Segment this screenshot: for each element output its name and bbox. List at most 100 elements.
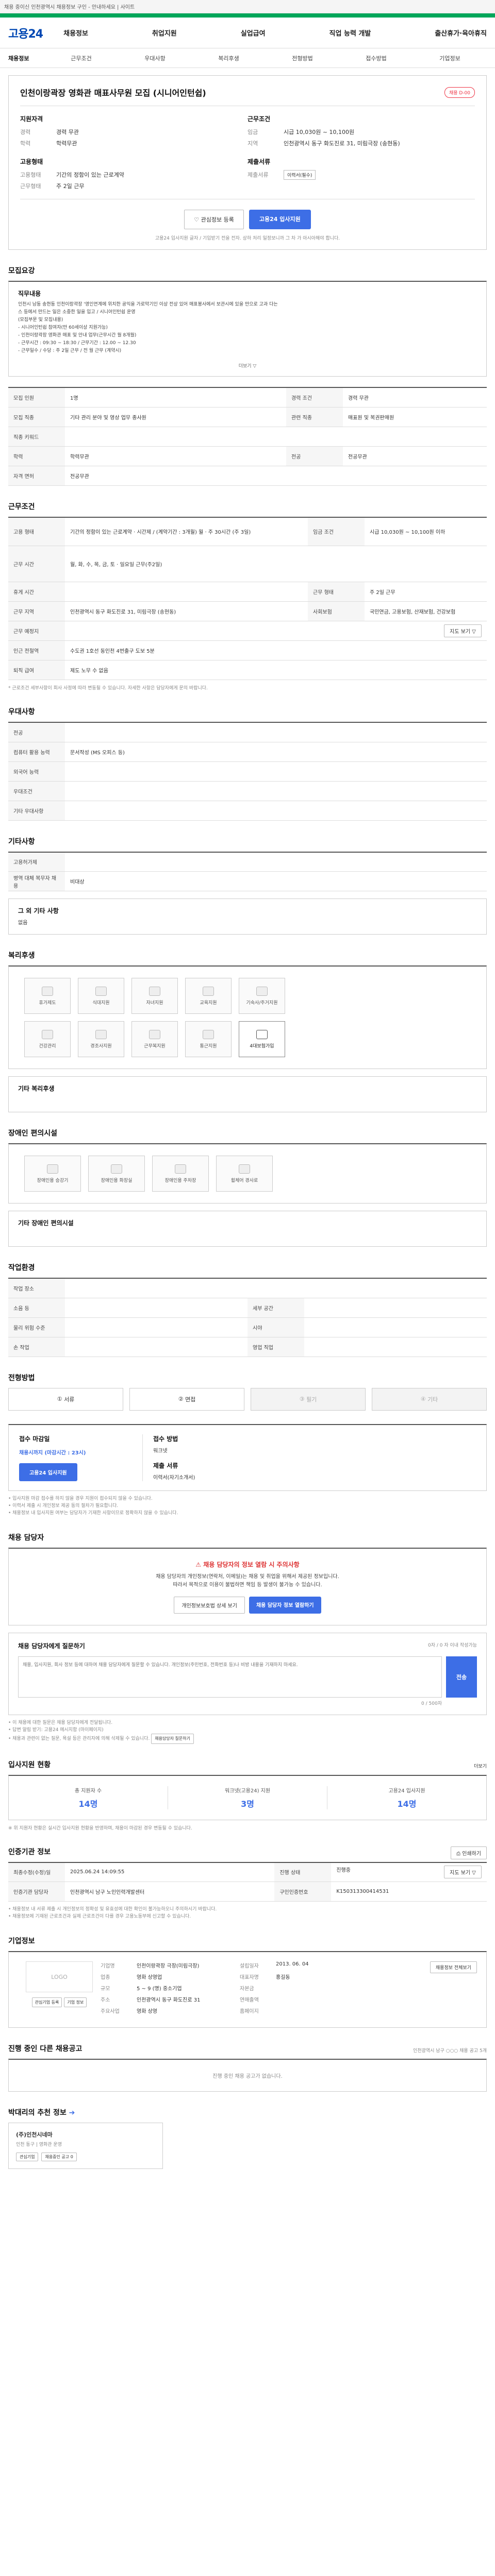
step-number: ④: [420, 1396, 426, 1402]
recommend-jobs-button[interactable]: 채용중인 공고 0: [41, 2153, 77, 2161]
scrap-button[interactable]: ♡ 관심정보 등록: [184, 210, 244, 229]
welfare-box-title: 기타 복리후생: [18, 1085, 55, 1092]
disabled-tile-label: 장애인용 주차장: [164, 1178, 196, 1183]
status-card-label: 고용24 입사지원: [388, 1788, 425, 1794]
type-heading: 고용형태: [20, 158, 43, 165]
menu-support[interactable]: 취업지원: [152, 28, 177, 38]
question-notes: • 이 채용에 대한 질문은 채용 담당자에게 전달됩니다. • 답변 알림 받…: [8, 1715, 487, 1744]
qual-heading: 지원자격: [20, 115, 43, 123]
company-fav-button[interactable]: 관심기업 등록: [31, 1997, 62, 2007]
view-map-button[interactable]: 지도 보기 ▽: [444, 624, 482, 637]
work-label: 근무 지역: [8, 601, 65, 621]
apply-button[interactable]: 고용24 입사지원: [249, 210, 311, 229]
company-label: 대표자명: [240, 1975, 259, 1980]
etc-table: 고용허가제 병역 대체 복무자 채용 비대상: [8, 851, 487, 891]
question-more-button[interactable]: 채용담당자 질문하기: [151, 1733, 194, 1744]
select-section: 전형방법 ① 서류 ② 면접 ③ 필기 ④ 기타: [8, 1370, 487, 1411]
info-value: 2025.06.24 14:09:55: [65, 1862, 275, 1882]
print-button[interactable]: ⎙ 인쇄하기: [451, 1846, 487, 1859]
welfare-tile-label: 4대보험가입: [250, 1043, 274, 1049]
duty-more-button[interactable]: 더보기 ▽: [18, 355, 477, 369]
tab-welfare[interactable]: 복리후생: [192, 54, 266, 62]
info-label: 최종수정(수정)일: [8, 1862, 65, 1882]
welfare-tile: 교육지원: [185, 978, 232, 1014]
question-note-text: • 채용과 관련이 없는 질문, 욕설 등은 관리자에 의해 삭제될 수 있습니…: [8, 1736, 150, 1741]
apply-box: 접수 마감일 채용시까지 (마감시간 : 23시) 고용24 입사지원 접수 방…: [8, 1423, 487, 1491]
apply-notes: • 입사지원 마감 접수를 하지 않을 경우 지원이 접수되지 않을 수 있습니…: [8, 1491, 487, 1517]
step-number: ②: [178, 1396, 184, 1402]
workplace-value: [304, 1317, 487, 1337]
recommend-fav-button[interactable]: 관심기업: [16, 2153, 39, 2161]
step-label: 기타: [427, 1396, 438, 1403]
company-logo: LOGO: [26, 1961, 93, 1992]
recruit-value: [65, 427, 487, 447]
question-note: • 이 채용에 대한 질문은 채용 담당자에게 전달됩니다.: [8, 1720, 113, 1725]
privacy-law-button[interactable]: 개인정보보호법 상세 보기: [174, 1596, 245, 1614]
status-cards: 총 지원자 수 14명 워크넷(고용24) 지원 3명 고용24 입사지원 14명: [8, 1774, 487, 1820]
workplace-label: 영업 직업: [248, 1337, 304, 1357]
recruit-table: 모집 인원 1명 경력 조건 경력 무관 모집 직종 기타 관리 분야 및 영상 업무 …: [8, 387, 487, 486]
welfare-tiles: 휴가제도 식대지원 자녀지원 교육지원 기숙사/주거지원 건강관리 경조사지원 …: [8, 965, 487, 1069]
company-value: 5 ~ 9 (명) 중소기업: [137, 1986, 182, 1992]
recruit-label: 직종 키워드: [8, 427, 65, 447]
tab-pref[interactable]: 우대사항: [118, 54, 192, 62]
menu-unemployment[interactable]: 실업급여: [241, 28, 266, 38]
menu-jobs[interactable]: 채용정보: [63, 28, 88, 38]
recruit-value: 기타 관리 분야 및 영상 업무 종사원: [65, 407, 286, 427]
duty-line: - 시니어인턴쉽 참여자(만 60세이상 지원가능): [18, 325, 108, 330]
status-card-value: 14명: [78, 1799, 98, 1809]
menu-leave[interactable]: 출산휴가·육아휴직: [435, 28, 487, 38]
apply-button-2[interactable]: 고용24 입사지원: [19, 1463, 77, 1481]
info-label: 진행 상태: [274, 1862, 332, 1882]
welfare-tile-label: 통근지원: [200, 1043, 217, 1049]
apply-note: • 이력서 제출 시 개인정보 제공 동의 절차가 필요합니다.: [8, 1503, 119, 1509]
duty-line: - 인천이랑곽장 영화관 매표 및 안내 업무(근무시간 월 8개월): [18, 333, 137, 338]
apply-note: • 입사지원 마감 접수를 하지 않을 경우 지원이 접수되지 않을 수 있습니…: [8, 1496, 153, 1501]
warning-title-text: 채용 담당자의 정보 열람 시 주의사항: [203, 1561, 300, 1568]
recruit-label: 자격 면허: [8, 466, 65, 486]
question-textarea[interactable]: [18, 1656, 442, 1698]
status-note: ※ 위 지원자 현황은 실시간 입사지원 현황을 반영하며, 채용이 마감된 경…: [8, 1825, 192, 1831]
view-contact-button[interactable]: 채용 담당자 정보 열람하기: [249, 1596, 321, 1614]
work-value: [65, 582, 308, 602]
tab-select[interactable]: 전형방법: [266, 54, 339, 62]
select-heading: 전형방법: [8, 1374, 35, 1382]
pref-label: 외국어 능력: [8, 761, 65, 782]
welfare-tile-label: 교육지원: [200, 1000, 217, 1006]
workplace-label: 세부 공간: [248, 1298, 304, 1318]
tab-work[interactable]: 근무조건: [44, 54, 118, 62]
recommend-heading: 박대리의 추천 정보 ➔: [8, 2105, 487, 2123]
site-logo[interactable]: 고용24: [8, 25, 43, 41]
welfare-tile: 식대지원: [78, 978, 124, 1014]
tab-recruit[interactable]: 채용정보: [8, 54, 44, 62]
duty-heading: 직무내용: [18, 290, 41, 297]
tab-apply[interactable]: 접수방법: [339, 54, 413, 62]
company-info-button[interactable]: 기업 정보: [64, 1997, 87, 2007]
recommend-sub: 인천 동구 | 영화관 운영: [16, 2142, 62, 2147]
info-section: 인증기관 정보 ⎙ 인쇄하기 최종수정(수정)일 2025.06.24 14:09…: [8, 1844, 487, 1921]
recommend-card[interactable]: (주)인천시네마 인천 동구 | 영화관 운영 관심기업 채용중인 공고 0: [8, 2123, 163, 2169]
status-more-link[interactable]: 더보기: [474, 1762, 487, 1769]
question-note: • 답변 알림 받기: 고용24 메시지함 (마이페이지): [8, 1727, 104, 1733]
welfare-tile: 자녀지원: [131, 978, 178, 1014]
company-jobs-button[interactable]: 채용정보 전체보기: [430, 1961, 477, 1973]
status-card-label: 총 지원자 수: [74, 1788, 102, 1794]
menu-training[interactable]: 직업 능력 개발: [329, 28, 371, 38]
question-send-button[interactable]: 전송: [446, 1656, 477, 1698]
company-value: 인천광역시 동구 화도진로 31: [137, 1997, 201, 2003]
docs-value: 이력서(필수): [284, 170, 316, 180]
work-address: 인천광역시 동구 화도진로 31, 미림극장 (송현동): [70, 609, 176, 615]
work-value: 인천광역시 동구 화도진로 31, 미림극장 (송현동): [65, 601, 308, 621]
step-label: 면접: [185, 1396, 196, 1403]
work-value: 월, 화, 수, 목, 금, 토 · 일요일 근무(주2일): [65, 546, 487, 582]
meal-icon: [95, 986, 107, 996]
workplace-value: [65, 1337, 248, 1357]
work-value: 지도 보기 ▽: [65, 621, 487, 641]
info-view-button[interactable]: 지도 보기 ▽: [444, 1866, 482, 1879]
tab-company[interactable]: 기업정보: [413, 54, 487, 62]
question-note: • 채용과 관련이 없는 질문, 욕설 등은 관리자에 의해 삭제될 수 있습니…: [8, 1733, 487, 1744]
recommend-title: (주)인천시네마: [16, 2131, 53, 2138]
recruit-value: 학력무관: [65, 446, 286, 466]
status-card-label: 워크넷(고용24) 지원: [224, 1788, 271, 1794]
company-label: 주요사업: [101, 2009, 120, 2014]
